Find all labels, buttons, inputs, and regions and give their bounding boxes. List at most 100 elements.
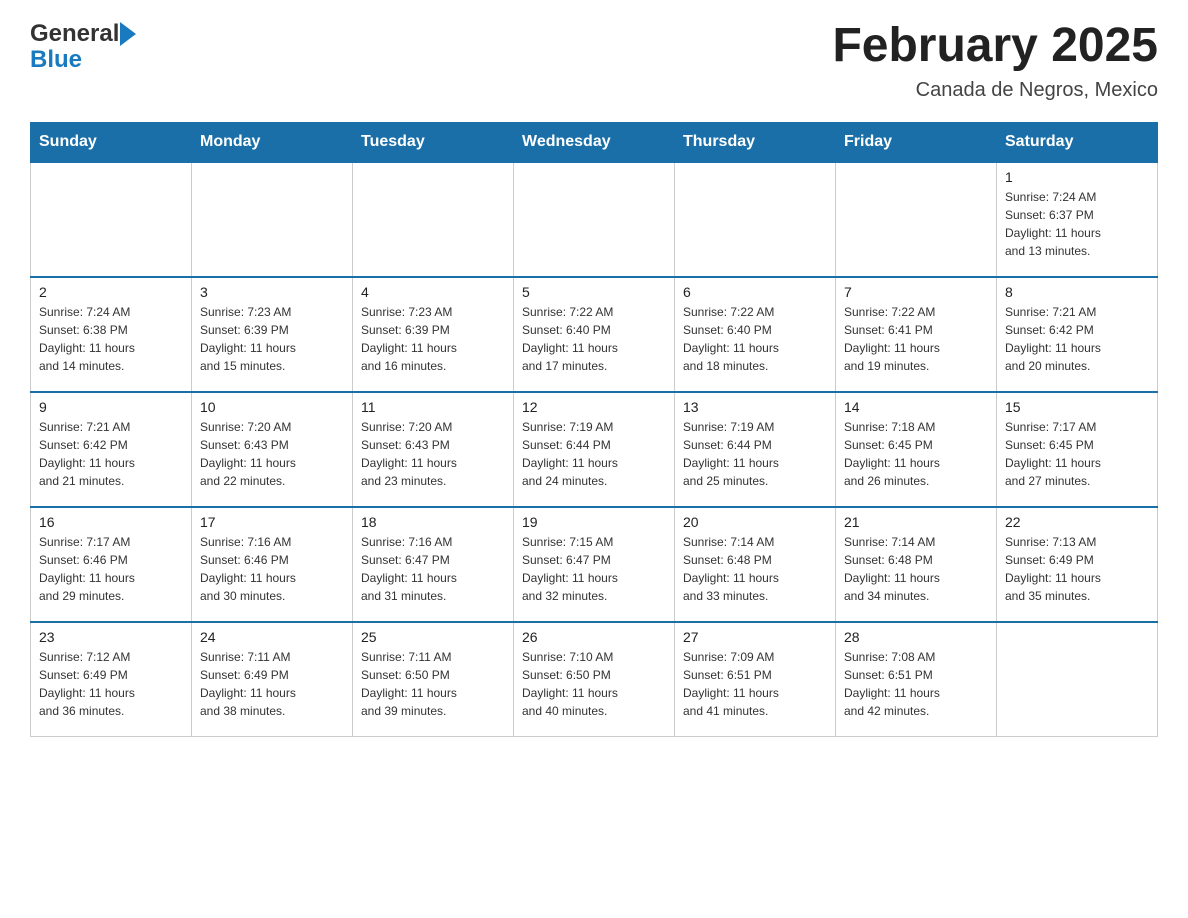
day-number: 23 bbox=[39, 629, 183, 645]
calendar-cell: 8 Sunrise: 7:21 AM Sunset: 6:42 PM Daylig… bbox=[997, 277, 1158, 392]
calendar-week-row: 16Sunrise: 7:17 AM Sunset: 6:46 PM Dayli… bbox=[31, 507, 1158, 622]
day-info: Sunrise: 7:14 AM Sunset: 6:48 PM Dayligh… bbox=[683, 533, 827, 605]
day-number: 27 bbox=[683, 629, 827, 645]
weekday-header-tuesday: Tuesday bbox=[353, 122, 514, 162]
calendar-cell: 10 Sunrise: 7:20 AM Sunset: 6:43 PM Dayli… bbox=[192, 392, 353, 507]
location-subtitle: Canada de Negros, Mexico bbox=[832, 79, 1158, 102]
day-number: 1 bbox=[1005, 169, 1149, 185]
day-info: Sunrise: 7:21 AM Sunset: 6:42 PM Dayligh… bbox=[39, 418, 183, 490]
calendar-cell: 24Sunrise: 7:11 AM Sunset: 6:49 PM Dayli… bbox=[192, 622, 353, 737]
day-info: Sunrise: 7:16 AM Sunset: 6:47 PM Dayligh… bbox=[361, 533, 505, 605]
calendar-cell bbox=[997, 622, 1158, 737]
calendar-cell bbox=[353, 162, 514, 277]
calendar-cell: 25Sunrise: 7:11 AM Sunset: 6:50 PM Dayli… bbox=[353, 622, 514, 737]
day-number: 26 bbox=[522, 629, 666, 645]
day-number: 8 bbox=[1005, 284, 1149, 300]
day-number: 3 bbox=[200, 284, 344, 300]
day-info: Sunrise: 7:21 AM Sunset: 6:42 PM Dayligh… bbox=[1005, 303, 1149, 375]
day-info: Sunrise: 7:10 AM Sunset: 6:50 PM Dayligh… bbox=[522, 648, 666, 720]
day-number: 10 bbox=[200, 399, 344, 415]
calendar-cell bbox=[31, 162, 192, 277]
day-info: Sunrise: 7:17 AM Sunset: 6:45 PM Dayligh… bbox=[1005, 418, 1149, 490]
calendar-cell: 7 Sunrise: 7:22 AM Sunset: 6:41 PM Daylig… bbox=[836, 277, 997, 392]
day-number: 5 bbox=[522, 284, 666, 300]
day-number: 6 bbox=[683, 284, 827, 300]
calendar-cell: 1 Sunrise: 7:24 AM Sunset: 6:37 PM Daylig… bbox=[997, 162, 1158, 277]
day-info: Sunrise: 7:20 AM Sunset: 6:43 PM Dayligh… bbox=[361, 418, 505, 490]
day-info: Sunrise: 7:22 AM Sunset: 6:41 PM Dayligh… bbox=[844, 303, 988, 375]
day-info: Sunrise: 7:22 AM Sunset: 6:40 PM Dayligh… bbox=[683, 303, 827, 375]
day-info: Sunrise: 7:16 AM Sunset: 6:46 PM Dayligh… bbox=[200, 533, 344, 605]
day-number: 17 bbox=[200, 514, 344, 530]
calendar-cell: 28 Sunrise: 7:08 AM Sunset: 6:51 PM Dayli… bbox=[836, 622, 997, 737]
weekday-header-friday: Friday bbox=[836, 122, 997, 162]
weekday-header-sunday: Sunday bbox=[31, 122, 192, 162]
day-info: Sunrise: 7:12 AM Sunset: 6:49 PM Dayligh… bbox=[39, 648, 183, 720]
day-number: 15 bbox=[1005, 399, 1149, 415]
calendar-week-row: 1 Sunrise: 7:24 AM Sunset: 6:37 PM Daylig… bbox=[31, 162, 1158, 277]
day-number: 11 bbox=[361, 399, 505, 415]
page-header: General Blue February 2025 Canada de Neg… bbox=[30, 20, 1158, 102]
calendar-cell: 18 Sunrise: 7:16 AM Sunset: 6:47 PM Dayli… bbox=[353, 507, 514, 622]
title-section: February 2025 Canada de Negros, Mexico bbox=[832, 20, 1158, 102]
day-info: Sunrise: 7:11 AM Sunset: 6:50 PM Dayligh… bbox=[361, 648, 505, 720]
calendar-cell: 11 Sunrise: 7:20 AM Sunset: 6:43 PM Dayli… bbox=[353, 392, 514, 507]
day-number: 7 bbox=[844, 284, 988, 300]
day-number: 12 bbox=[522, 399, 666, 415]
day-number: 9 bbox=[39, 399, 183, 415]
calendar-cell: 26 Sunrise: 7:10 AM Sunset: 6:50 PM Dayli… bbox=[514, 622, 675, 737]
calendar-cell: 23 Sunrise: 7:12 AM Sunset: 6:49 PM Dayli… bbox=[31, 622, 192, 737]
logo-blue-text: Blue bbox=[30, 46, 82, 74]
day-number: 22 bbox=[1005, 514, 1149, 530]
calendar-cell bbox=[836, 162, 997, 277]
calendar-cell bbox=[675, 162, 836, 277]
day-info: Sunrise: 7:13 AM Sunset: 6:49 PM Dayligh… bbox=[1005, 533, 1149, 605]
calendar-cell: 15 Sunrise: 7:17 AM Sunset: 6:45 PM Dayli… bbox=[997, 392, 1158, 507]
calendar-cell: 16Sunrise: 7:17 AM Sunset: 6:46 PM Dayli… bbox=[31, 507, 192, 622]
day-info: Sunrise: 7:09 AM Sunset: 6:51 PM Dayligh… bbox=[683, 648, 827, 720]
calendar-cell: 20 Sunrise: 7:14 AM Sunset: 6:48 PM Dayli… bbox=[675, 507, 836, 622]
day-info: Sunrise: 7:11 AM Sunset: 6:49 PM Dayligh… bbox=[200, 648, 344, 720]
day-info: Sunrise: 7:19 AM Sunset: 6:44 PM Dayligh… bbox=[683, 418, 827, 490]
day-number: 13 bbox=[683, 399, 827, 415]
calendar-cell: 5 Sunrise: 7:22 AM Sunset: 6:40 PM Daylig… bbox=[514, 277, 675, 392]
day-info: Sunrise: 7:24 AM Sunset: 6:37 PM Dayligh… bbox=[1005, 188, 1149, 260]
day-info: Sunrise: 7:22 AM Sunset: 6:40 PM Dayligh… bbox=[522, 303, 666, 375]
day-number: 19 bbox=[522, 514, 666, 530]
day-number: 4 bbox=[361, 284, 505, 300]
day-info: Sunrise: 7:15 AM Sunset: 6:47 PM Dayligh… bbox=[522, 533, 666, 605]
day-info: Sunrise: 7:08 AM Sunset: 6:51 PM Dayligh… bbox=[844, 648, 988, 720]
day-info: Sunrise: 7:19 AM Sunset: 6:44 PM Dayligh… bbox=[522, 418, 666, 490]
day-info: Sunrise: 7:14 AM Sunset: 6:48 PM Dayligh… bbox=[844, 533, 988, 605]
calendar-cell bbox=[514, 162, 675, 277]
day-number: 18 bbox=[361, 514, 505, 530]
logo: General Blue bbox=[30, 20, 136, 74]
calendar-cell: 9 Sunrise: 7:21 AM Sunset: 6:42 PM Daylig… bbox=[31, 392, 192, 507]
calendar-cell: 27 Sunrise: 7:09 AM Sunset: 6:51 PM Dayli… bbox=[675, 622, 836, 737]
calendar-cell: 17 Sunrise: 7:16 AM Sunset: 6:46 PM Dayli… bbox=[192, 507, 353, 622]
calendar-cell: 12 Sunrise: 7:19 AM Sunset: 6:44 PM Dayli… bbox=[514, 392, 675, 507]
day-info: Sunrise: 7:17 AM Sunset: 6:46 PM Dayligh… bbox=[39, 533, 183, 605]
calendar-cell: 3Sunrise: 7:23 AM Sunset: 6:39 PM Daylig… bbox=[192, 277, 353, 392]
calendar-cell bbox=[192, 162, 353, 277]
weekday-header-thursday: Thursday bbox=[675, 122, 836, 162]
weekday-header-monday: Monday bbox=[192, 122, 353, 162]
weekday-header-saturday: Saturday bbox=[997, 122, 1158, 162]
calendar-cell: 14Sunrise: 7:18 AM Sunset: 6:45 PM Dayli… bbox=[836, 392, 997, 507]
day-number: 28 bbox=[844, 629, 988, 645]
calendar-week-row: 23 Sunrise: 7:12 AM Sunset: 6:49 PM Dayli… bbox=[31, 622, 1158, 737]
day-number: 14 bbox=[844, 399, 988, 415]
weekday-header-wednesday: Wednesday bbox=[514, 122, 675, 162]
calendar-cell: 2 Sunrise: 7:24 AM Sunset: 6:38 PM Daylig… bbox=[31, 277, 192, 392]
day-info: Sunrise: 7:20 AM Sunset: 6:43 PM Dayligh… bbox=[200, 418, 344, 490]
day-number: 20 bbox=[683, 514, 827, 530]
day-number: 2 bbox=[39, 284, 183, 300]
day-number: 21 bbox=[844, 514, 988, 530]
calendar-cell: 21 Sunrise: 7:14 AM Sunset: 6:48 PM Dayli… bbox=[836, 507, 997, 622]
day-info: Sunrise: 7:24 AM Sunset: 6:38 PM Dayligh… bbox=[39, 303, 183, 375]
calendar-cell: 13 Sunrise: 7:19 AM Sunset: 6:44 PM Dayli… bbox=[675, 392, 836, 507]
calendar-table: SundayMondayTuesdayWednesdayThursdayFrid… bbox=[30, 122, 1158, 738]
month-title: February 2025 bbox=[832, 20, 1158, 73]
calendar-cell: 19 Sunrise: 7:15 AM Sunset: 6:47 PM Dayli… bbox=[514, 507, 675, 622]
weekday-header-row: SundayMondayTuesdayWednesdayThursdayFrid… bbox=[31, 122, 1158, 162]
